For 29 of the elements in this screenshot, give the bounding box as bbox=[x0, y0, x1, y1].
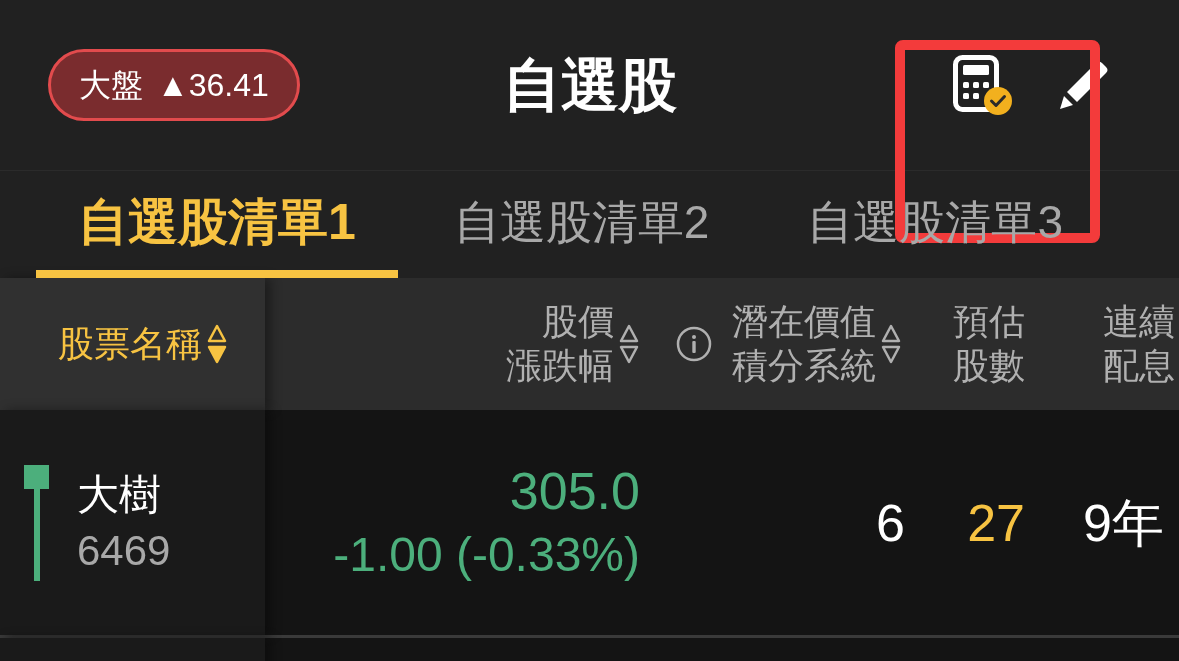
market-index-label: 大盤 bbox=[79, 66, 143, 105]
table-cell-text: 6 bbox=[876, 492, 905, 554]
sort-icon[interactable] bbox=[880, 322, 902, 366]
market-index-badge[interactable]: 大盤 ▲36.41 bbox=[48, 49, 300, 121]
table-cell-text: 27 bbox=[967, 492, 1025, 554]
column-heading[interactable]: 股價 bbox=[506, 300, 614, 344]
column-heading: 股數 bbox=[953, 344, 1025, 388]
stock-code: 6469 bbox=[77, 525, 171, 576]
calculator-button[interactable] bbox=[951, 54, 1013, 116]
list-tab[interactable]: 自選股清單2 bbox=[411, 192, 752, 278]
calculator-check-icon bbox=[951, 54, 1013, 116]
market-index-change: ▲36.41 bbox=[157, 66, 269, 105]
price-change: -1.00 (-0.33%) bbox=[333, 526, 640, 583]
column-heading: 連續 bbox=[1103, 300, 1175, 344]
column-heading: 配息 bbox=[1103, 344, 1175, 388]
column-heading[interactable]: 潛在價值 bbox=[732, 300, 876, 344]
sort-icon[interactable] bbox=[618, 322, 640, 366]
page-title: 自選股 bbox=[502, 51, 677, 119]
column-heading[interactable]: 股票名稱 bbox=[58, 322, 202, 366]
column-heading[interactable]: 積分系統 bbox=[732, 344, 876, 388]
stock-price: 305.0 bbox=[509, 460, 640, 522]
pencil-icon bbox=[1058, 59, 1110, 111]
edit-button[interactable] bbox=[1058, 59, 1110, 111]
column-heading[interactable]: 漲跌幅 bbox=[506, 344, 614, 388]
sort-icon[interactable] bbox=[206, 322, 228, 366]
stock-name[interactable]: 大樹 bbox=[77, 466, 171, 523]
table-cell-text: 9年 bbox=[1083, 492, 1164, 554]
info-icon[interactable] bbox=[676, 326, 712, 362]
column-heading: 預估 bbox=[953, 300, 1025, 344]
